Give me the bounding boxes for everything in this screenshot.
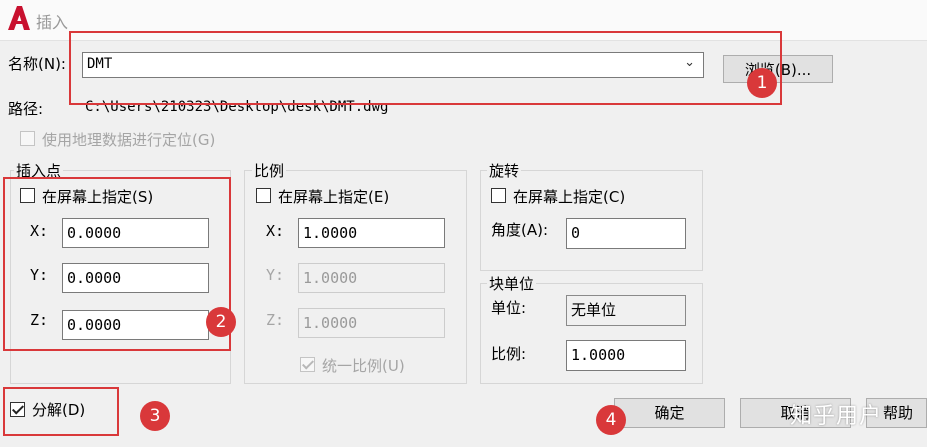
scale-z-label: Z:	[266, 311, 285, 329]
angle-label: 角度(A):	[491, 221, 549, 239]
annotation-box-2	[3, 177, 231, 351]
autocad-logo-icon	[8, 6, 30, 30]
scale-z-input[interactable]: 1.0000	[298, 308, 445, 338]
scale-title: 比例	[252, 160, 287, 181]
annotation-box-3	[3, 387, 119, 436]
geo-checkbox[interactable]	[20, 131, 35, 146]
factor-label: 比例:	[491, 345, 527, 363]
window-title: 插入	[36, 13, 69, 32]
annotation-badge-4: 4	[596, 405, 626, 435]
annotation-badge-1: 1	[747, 68, 777, 98]
scale-x-label: X:	[266, 222, 285, 240]
ok-button[interactable]: 确定	[614, 398, 725, 428]
unit-label: 单位:	[491, 299, 527, 317]
rotation-title: 旋转	[487, 160, 522, 181]
annotation-badge-2: 2	[206, 307, 236, 337]
watermark-text: 知乎用户	[790, 404, 883, 429]
path-label: 路径:	[8, 100, 44, 118]
uniform-scale-checkbox[interactable]	[300, 357, 315, 372]
rotation-specify-checkbox[interactable]	[491, 188, 506, 203]
annotation-badge-3: 3	[140, 401, 170, 431]
scale-y-label: Y:	[266, 266, 285, 284]
block-unit-title: 块单位	[487, 273, 537, 294]
scale-y-input[interactable]: 1.0000	[298, 263, 445, 293]
scale-specify-label: 在屏幕上指定(E)	[278, 188, 390, 206]
geo-checkbox-label: 使用地理数据进行定位(G)	[42, 131, 216, 149]
factor-value: 1.0000	[566, 340, 686, 371]
scale-specify-checkbox[interactable]	[256, 188, 271, 203]
annotation-box-1	[69, 31, 782, 105]
unit-value: 无单位	[566, 295, 686, 326]
name-label: 名称(N):	[8, 55, 66, 73]
angle-input[interactable]: 0	[566, 218, 686, 249]
rotation-specify-label: 在屏幕上指定(C)	[513, 188, 626, 206]
scale-x-input[interactable]: 1.0000	[298, 218, 445, 248]
uniform-scale-label: 统一比例(U)	[322, 357, 405, 375]
